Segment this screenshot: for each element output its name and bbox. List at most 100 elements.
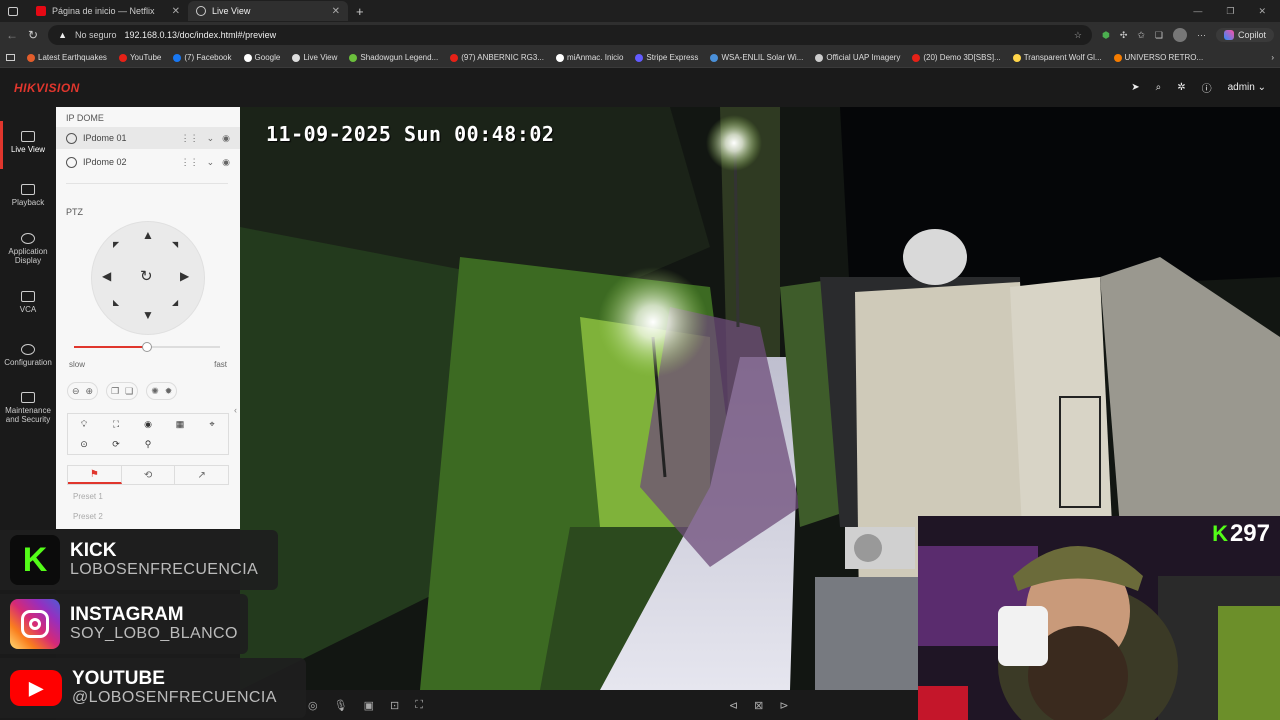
iris-open-icon[interactable]: ✺ [151,386,159,397]
ptz-auto-icon[interactable]: ↻ [140,267,153,285]
ptz-right-icon[interactable]: ▶ [180,269,189,283]
collapse-panel-icon[interactable]: ‹ [234,405,237,415]
ptz-down-right-icon[interactable]: ◢ [172,298,178,307]
zoom-area-icon[interactable]: ⊙ [80,439,88,450]
camera-item[interactable]: IPdome 02 ⋮⋮ ⌄ ◉ [56,151,240,173]
ptz-up-icon[interactable]: ▲ [142,228,154,242]
speed-slider-knob[interactable] [142,342,152,352]
ptz-up-right-icon[interactable]: ◥ [172,240,178,249]
bookmark-item[interactable]: (97) ANBERNIC RG3... [450,53,544,62]
tab-presets[interactable]: ⚑ [68,466,122,484]
region-icon[interactable]: ⊡ [390,699,399,712]
ptz-control[interactable]: ▲ ▼ ◀ ▶ ◤ ◥ ◣ ◢ ↻ [92,222,204,334]
image-icon[interactable]: ▣ [364,699,374,712]
ptz-left-icon[interactable]: ◀ [102,269,111,283]
reload-icon[interactable]: ↻ [28,28,38,42]
nav-vca[interactable]: VCA [0,291,56,314]
close-window-icon[interactable]: ✕ [1258,6,1266,17]
bookmark-item[interactable]: Live View [292,53,337,62]
bookmark-item[interactable]: Stripe Express [635,53,698,62]
bookmark-item[interactable]: WSA-ENLIL Solar Wi... [710,53,803,62]
focus-near-icon[interactable]: ❐ [111,386,119,397]
bookmark-item[interactable]: miAnmac. Inicio [555,53,623,62]
bookmark-item[interactable]: Latest Earthquakes [27,53,107,62]
bookmark-icon [815,53,824,62]
tracking-icon[interactable]: ⌖ [209,419,214,430]
more-bookmarks-icon[interactable]: › [1271,53,1274,62]
ptz-down-icon[interactable]: ▼ [142,308,154,322]
record-icon[interactable]: ◉ [222,133,230,144]
tab-live-view[interactable]: Live View ✕ [188,1,348,21]
bookmark-item[interactable]: YouTube [118,53,162,62]
collections-icon[interactable]: ❏ [1155,30,1163,41]
window-menu-icon[interactable] [8,6,18,16]
bookmark-item[interactable]: Google [243,53,280,62]
tab-pattern[interactable]: ↗ [175,466,228,484]
bookmark-item[interactable]: (7) Facebook [173,53,232,62]
shield-icon[interactable]: ⬢ [1102,30,1110,41]
chevron-down-icon[interactable]: ⌄ [207,133,215,144]
star-icon[interactable]: ☆ [1074,30,1082,41]
bookmark-label: YouTube [129,53,162,62]
bookmark-icon [292,53,301,62]
wiper-icon[interactable]: ◉ [144,419,152,430]
nav-playback[interactable]: Playback [0,184,56,207]
focus-frame-icon[interactable]: ⛶ [113,419,119,430]
bookmark-item[interactable]: UNIVERSO RETRO... [1113,53,1203,62]
preset-item[interactable]: Preset 1 [73,492,103,501]
bookmark-item[interactable]: Shadowgun Legend... [349,53,438,62]
copilot-button[interactable]: Copilot [1215,28,1274,42]
tab-netflix[interactable]: Página de inicio — Netflix ✕ [28,1,188,21]
tab-patrol[interactable]: ⟲ [122,466,176,484]
extensions-icon[interactable]: ✣ [1120,30,1128,41]
record-icon[interactable]: ◉ [222,157,230,168]
focus-far-icon[interactable]: ❏ [125,386,133,397]
stop-icon[interactable]: ⊠ [754,699,763,712]
bookmark-item[interactable]: Transparent Wolf Gl... [1012,53,1102,62]
stream-icon[interactable]: ⋮⋮ [181,157,199,168]
light-icon[interactable]: 💡︎ [81,419,87,430]
more-icon[interactable]: ··· [1197,30,1206,40]
profile-icon[interactable] [1172,28,1187,42]
iris-close-icon[interactable]: ✹ [165,386,173,397]
new-tab-icon[interactable]: + [356,4,364,19]
microphone-icon[interactable]: 🎙︎ [334,699,348,712]
bookmark-item[interactable]: (20) Demo 3D[SBS]... [912,53,1001,62]
fullscreen-region-icon[interactable]: ⛶ [415,699,423,712]
search-icon[interactable]: ⌕ [1156,82,1162,93]
live-view-icon [196,6,206,16]
maximize-icon[interactable]: ❐ [1226,6,1234,17]
preset-item[interactable]: Preset 2 [73,512,103,521]
nav-application-display[interactable]: Application Display [0,233,56,265]
bookmark-item[interactable]: Official UAP Imagery [815,53,900,62]
nav-configuration[interactable]: Configuration [0,344,56,367]
grid-icon[interactable]: ▦ [176,419,185,430]
zoom-in-icon[interactable]: ⊕ [86,386,94,397]
park-icon[interactable]: ⚲ [145,439,152,450]
close-tab-icon[interactable]: ✕ [172,6,180,17]
previous-icon[interactable]: ⊲ [729,699,738,712]
user-menu[interactable]: admin ⌄ [1228,82,1266,93]
speed-slider[interactable] [74,342,220,352]
next-icon[interactable]: ⊳ [779,699,788,712]
youtube-logo-icon: ▶ [10,670,62,706]
info-icon[interactable]: ⓘ [1202,80,1212,95]
reset-icon[interactable]: ⟳ [112,439,120,450]
camera-item[interactable]: IPdome 01 ⋮⋮ ⌄ ◉ [56,127,240,149]
url-field[interactable]: ▲ No seguro 192.168.0.13/doc/index.html#… [48,25,1092,45]
stream-icon[interactable]: ⋮⋮ [181,133,199,144]
ptz-up-left-icon[interactable]: ◤ [113,240,119,249]
favorites-icon[interactable]: ✩ [1137,30,1145,41]
ptz-down-left-icon[interactable]: ◣ [113,298,119,307]
back-icon[interactable]: ← [6,28,18,42]
nav-live-view[interactable]: Live View [0,121,56,169]
send-icon[interactable]: ➤ [1131,82,1139,93]
nav-maintenance[interactable]: Maintenance and Security [0,392,56,424]
settings-icon[interactable]: ✲ [1177,82,1185,93]
capture-icon[interactable]: ◎ [308,699,318,712]
chevron-down-icon[interactable]: ⌄ [207,157,215,168]
apps-icon[interactable] [6,54,15,61]
close-tab-icon[interactable]: ✕ [332,6,340,17]
minimize-icon[interactable]: — [1193,6,1202,16]
zoom-out-icon[interactable]: ⊖ [72,386,80,397]
